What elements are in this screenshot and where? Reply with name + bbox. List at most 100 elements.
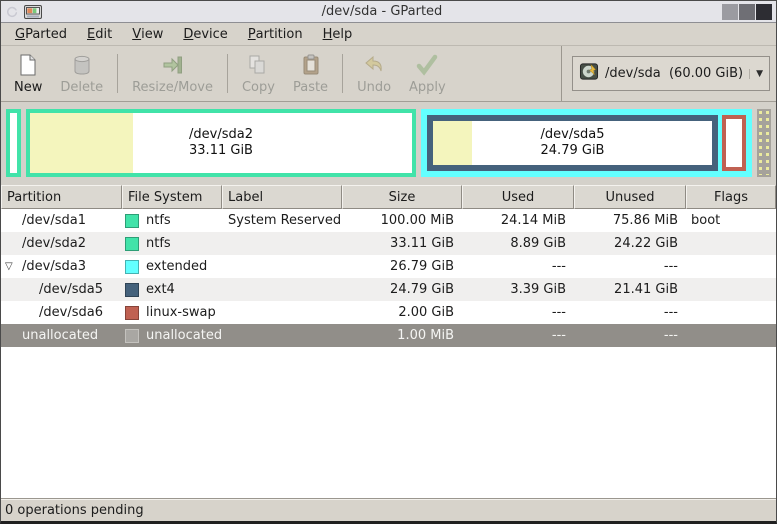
diskbar-segment-dev-sda1[interactable]	[6, 109, 21, 177]
toolbar-separator	[342, 54, 344, 93]
flags-cell: boot	[691, 213, 721, 228]
table-row-dev-sda5[interactable]: /dev/sda5 ext4 24.79 GiB 3.39 GiB 21.41 GiB	[1, 278, 776, 301]
titlebar-icons	[5, 4, 42, 19]
partition-name: /dev/sda2	[22, 236, 86, 251]
table-row-dev-sda3[interactable]: ▽/dev/sda3 extended 26.79 GiB --- ---	[1, 255, 776, 278]
menu-help[interactable]: Help	[313, 23, 363, 45]
label-cell	[222, 232, 342, 255]
diskbar-segment-dev-sda3[interactable]: /dev/sda5 24.79 GiB	[421, 109, 752, 177]
column-header-size[interactable]: Size	[342, 185, 462, 209]
window-buttons	[722, 3, 772, 20]
unused-cell: ---	[663, 305, 678, 320]
flags-cell	[686, 278, 776, 301]
table-row-unallocated[interactable]: unallocated unallocated 1.00 MiB --- ---	[1, 324, 776, 347]
resize-move-button[interactable]: Resize/Move	[123, 46, 222, 101]
device-label: /dev/sda (60.00 GiB)	[605, 66, 744, 81]
toolbar-separator	[226, 54, 228, 93]
partition-name: /dev/sda3	[22, 259, 86, 274]
delete-icon	[70, 52, 94, 78]
statusbar: 0 operations pending	[1, 498, 776, 521]
flags-cell	[686, 232, 776, 255]
table-row-dev-sda6[interactable]: /dev/sda6 linux-swap 2.00 GiB --- ---	[1, 301, 776, 324]
minimize-button[interactable]	[722, 3, 738, 20]
disk-visual-area: /dev/sda2 33.11 GiB/dev/sda5 24.79 GiB	[1, 102, 776, 185]
toolbar-button-label: Resize/Move	[132, 80, 213, 95]
unused-cell: ---	[663, 259, 678, 274]
table-body: /dev/sda1 ntfs System Reserved 100.00 MiB 24…	[1, 209, 776, 347]
flags-cell	[686, 255, 776, 278]
partition-table: Partition File System Label Size Used Unused F…	[1, 185, 776, 498]
label-cell	[222, 301, 342, 324]
filesystem-name: ntfs	[146, 236, 171, 251]
filesystem-color-swatch	[125, 328, 139, 343]
table-empty-area	[1, 347, 776, 498]
maximize-button[interactable]	[739, 3, 755, 20]
toolbar-buttons: New Delete Resize/Move Copy Paste Undo Apply	[1, 46, 455, 101]
titlebar[interactable]: /dev/sda - GParted	[1, 1, 776, 23]
flags-cell	[686, 301, 776, 324]
swirl-icon	[7, 6, 18, 17]
apply-button[interactable]: Apply	[400, 46, 455, 101]
menu-partition[interactable]: Partition	[238, 23, 313, 45]
segment-label: /dev/sda2 33.11 GiB	[30, 113, 412, 173]
column-header-flags[interactable]: Flags	[686, 185, 776, 209]
label-cell: System Reserved	[228, 213, 342, 228]
partition-cell: ▽/dev/sda3	[1, 255, 122, 278]
table-row-dev-sda2[interactable]: /dev/sda2 ntfs 33.11 GiB 8.89 GiB 24.22 GiB	[1, 232, 776, 255]
menu-device[interactable]: Device	[173, 23, 237, 45]
partition-cell: /dev/sda2	[1, 232, 122, 255]
delete-button[interactable]: Delete	[51, 46, 112, 101]
filesystem-cell: linux-swap	[122, 301, 222, 324]
label-cell	[222, 278, 342, 301]
column-header-partition[interactable]: Partition	[1, 185, 122, 209]
used-cell: ---	[551, 328, 566, 343]
column-header-file-system[interactable]: File System	[122, 185, 222, 209]
filesystem-cell: ntfs	[122, 209, 222, 232]
unused-cell: 75.86 MiB	[612, 213, 678, 228]
new-button[interactable]: New	[5, 46, 51, 101]
partition-name: unallocated	[22, 328, 99, 343]
disk-visual-bar: /dev/sda2 33.11 GiB/dev/sda5 24.79 GiB	[6, 109, 771, 177]
toolbar-button-label: Apply	[409, 80, 446, 95]
menubar: G Parted Edit View Device Partition Help	[1, 23, 776, 46]
unallocated-hatch	[766, 111, 769, 175]
menu-view[interactable]: View	[122, 23, 173, 45]
diskbar-segment-unallocated[interactable]	[757, 109, 771, 177]
close-button[interactable]	[756, 3, 772, 20]
table-row-dev-sda1[interactable]: /dev/sda1 ntfs System Reserved 100.00 MiB 24…	[1, 209, 776, 232]
used-cell: 3.39 GiB	[510, 282, 566, 297]
label-cell	[222, 255, 342, 278]
diskbar-segment-dev-sda6[interactable]	[722, 115, 746, 171]
column-header-unused[interactable]: Unused	[574, 185, 686, 209]
filesystem-cell: ext4	[122, 278, 222, 301]
used-cell: 8.89 GiB	[510, 236, 566, 251]
menu-gparted[interactable]: G Parted	[5, 23, 77, 45]
expander-icon[interactable]: ▽	[4, 261, 22, 272]
chevron-down-icon[interactable]: ▼	[749, 68, 763, 79]
filesystem-name: unallocated	[146, 328, 222, 343]
column-header-used[interactable]: Used	[462, 185, 574, 209]
partition-cell: /dev/sda1	[1, 209, 122, 232]
partition-name: /dev/sda6	[39, 305, 103, 320]
filesystem-name: extended	[146, 259, 208, 274]
partition-cell: /dev/sda5	[1, 278, 122, 301]
size-cell: 2.00 GiB	[398, 305, 454, 320]
filesystem-name: ext4	[146, 282, 175, 297]
diskbar-segment-dev-sda2[interactable]: /dev/sda2 33.11 GiB	[26, 109, 416, 177]
filesystem-name: linux-swap	[146, 305, 216, 320]
paste-icon	[299, 52, 323, 78]
undo-button[interactable]: Undo	[348, 46, 400, 101]
toolbar-button-label: New	[14, 80, 43, 95]
unused-cell: ---	[663, 328, 678, 343]
window-title: /dev/sda - GParted	[321, 4, 443, 19]
paste-button[interactable]: Paste	[284, 46, 337, 101]
device-selector[interactable]: /dev/sda (60.00 GiB) ▼	[572, 56, 770, 91]
menu-edit[interactable]: Edit	[77, 23, 122, 45]
copy-button[interactable]: Copy	[233, 46, 284, 101]
toolbar-button-label: Undo	[357, 80, 392, 95]
size-cell: 26.79 GiB	[390, 259, 454, 274]
toolbar-separator	[117, 54, 119, 93]
column-header-label[interactable]: Label	[222, 185, 342, 209]
segment-label: /dev/sda5 24.79 GiB	[433, 121, 712, 165]
diskbar-segment-dev-sda5[interactable]: /dev/sda5 24.79 GiB	[427, 115, 718, 171]
